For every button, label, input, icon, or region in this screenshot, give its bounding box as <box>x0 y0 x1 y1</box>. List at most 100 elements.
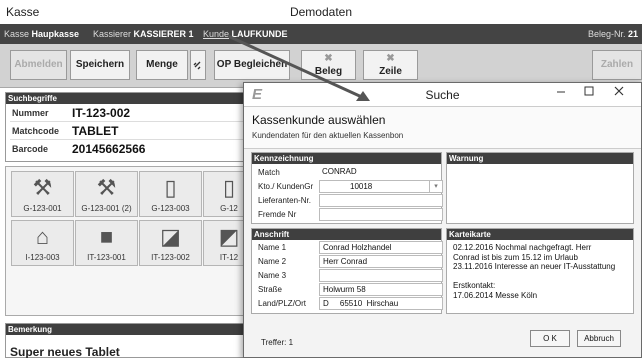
ort-label: Land/PLZ/Ort <box>258 299 307 308</box>
box-icon: ■ <box>99 224 114 249</box>
beleg-info: Beleg-Nr. 21 <box>588 29 638 39</box>
warnung-header: Warnung <box>447 153 633 164</box>
name2-input[interactable]: Herr Conrad <box>319 255 443 268</box>
zeile-storno-button[interactable]: ✖ Zeile <box>363 50 418 80</box>
kasse-info: Kasse Haupkasse <box>4 29 79 39</box>
close-icon: ✖ <box>386 53 395 64</box>
kassierer-info: Kassierer KASSIERER 1 <box>93 29 194 39</box>
nummer-row: Nummer IT-123-002 <box>10 105 254 122</box>
barcode-row: Barcode 20145662566 <box>10 141 254 158</box>
name3-input[interactable] <box>319 269 443 282</box>
matchcode-label: Matchcode <box>12 126 60 136</box>
fremde-label: Fremde Nr <box>258 210 297 219</box>
matchcode-row: Matchcode TABLET <box>10 123 254 140</box>
dialog-subheading: Kundendaten für den aktuellen Kassenbon <box>252 131 404 140</box>
tile-caption: I-123-003 <box>25 253 60 262</box>
name1-label: Name 1 <box>258 243 287 252</box>
menge-label: Menge <box>146 59 178 70</box>
kto-select[interactable]: 10018 ▾ <box>319 180 443 193</box>
warnung-text[interactable] <box>447 164 633 170</box>
article-tile[interactable]: ◪ IT-123-002 <box>139 220 202 266</box>
link-icon <box>191 51 205 82</box>
lieferanten-input[interactable] <box>319 194 443 207</box>
article-tile[interactable]: ⚒ G-123-001 <box>11 171 74 217</box>
kunde-info[interactable]: Kunde LAUFKUNDE <box>203 29 288 39</box>
karteikarte-line: Erstkontakt: <box>453 281 496 290</box>
kennzeichnung-section: Kennzeichnung Match CONRAD Kto./ KundenG… <box>251 152 443 224</box>
op-begleichen-label: OP Begleichen <box>216 59 288 70</box>
name3-label: Name 3 <box>258 271 287 280</box>
beleg-label: Beleg <box>314 66 343 77</box>
anschrift-header: Anschrift <box>252 229 441 240</box>
article-tile[interactable]: ■ IT-123-001 <box>75 220 138 266</box>
ort-input[interactable]: D 65510 Hirschau <box>319 297 443 310</box>
session-info-bar: Kasse Haupkasse Kassierer KASSIERER 1 Ku… <box>0 24 642 44</box>
close-window-icon[interactable] <box>608 86 630 103</box>
strasse-label: Straße <box>258 285 283 294</box>
kasse-label: Kasse <box>4 29 30 39</box>
karteikarte-line: 23.11.2016 Interesse an neuer IT-Ausstat… <box>453 262 616 271</box>
abmelden-label: Abmelden <box>14 59 63 70</box>
kto-label: Kto./ KundenGr <box>258 182 314 191</box>
bemerkung-panel: Bemerkung Super neues Tablet <box>5 323 257 358</box>
link-button[interactable] <box>190 50 206 80</box>
strasse-input[interactable]: Holwurm 58 <box>319 283 443 296</box>
dialog-titlebar: E Suche <box>244 83 641 107</box>
chevron-down-icon[interactable]: ▾ <box>429 181 442 192</box>
beleg-storno-button[interactable]: ✖ Beleg <box>301 50 356 80</box>
suchbegriffe-panel: Suchbegriffe Nummer IT-123-002 Matchcode… <box>5 92 257 162</box>
name1-input[interactable]: Conrad Holzhandel <box>319 241 443 254</box>
kassierer-value: KASSIERER 1 <box>133 29 194 39</box>
name2-label: Name 2 <box>258 257 287 266</box>
kasse-value: Haupkasse <box>31 29 80 39</box>
maximize-icon[interactable] <box>578 86 600 103</box>
beleg-value: 21 <box>628 29 639 39</box>
bemerkung-text: Super neues Tablet <box>10 345 120 358</box>
op-begleichen-button[interactable]: OP Begleichen <box>214 50 290 80</box>
zahlen-label: Zahlen <box>600 59 634 70</box>
karteikarte-line: 02.12.2016 Nochmal nachgefragt. Herr <box>453 243 592 252</box>
tile-caption: G-123-003 <box>151 204 190 213</box>
kto-value: 10018 <box>350 182 373 191</box>
karteikarte-line <box>453 272 637 282</box>
lieferanten-label: Lieferanten-Nr. <box>258 196 311 205</box>
match-value: CONRAD <box>322 167 357 176</box>
tile-caption: IT-123-001 <box>87 253 126 262</box>
close-icon: ✖ <box>324 53 333 64</box>
matchcode-value: TABLET <box>72 124 119 138</box>
laptop-icon: ◪ <box>160 224 181 249</box>
door-icon: ▯ <box>164 175 177 200</box>
suchbegriffe-header: Suchbegriffe <box>6 93 256 104</box>
article-tile[interactable]: ⌂ I-123-003 <box>11 220 74 266</box>
speichern-label: Speichern <box>75 59 125 70</box>
treffer-count: Treffer: 1 <box>261 338 294 347</box>
tile-caption: IT-123-002 <box>151 253 190 262</box>
kassierer-label: Kassierer <box>93 29 132 39</box>
nummer-label: Nummer <box>12 108 49 118</box>
bemerkung-header: Bemerkung <box>6 324 256 335</box>
fremde-input[interactable] <box>319 208 443 221</box>
karteikarte-text[interactable]: 02.12.2016 Nochmal nachgefragt. Herr Con… <box>453 243 637 300</box>
menge-button[interactable]: Menge <box>136 50 188 80</box>
article-tile-grid: ⚒ G-123-001 ⚒ G-123-001 (2) ▯ G-123-003 ▯ G-… <box>5 166 257 316</box>
zahlen-button[interactable]: Zahlen <box>592 50 642 80</box>
dialog-header: Kassenkunde auswählen Kundendaten für de… <box>244 107 641 149</box>
ok-button[interactable]: O K <box>530 330 570 347</box>
tile-caption: G-123-001 (2) <box>81 204 132 213</box>
kennzeichnung-header: Kennzeichnung <box>252 153 441 164</box>
speichern-button[interactable]: Speichern <box>70 50 130 80</box>
match-label: Match <box>258 168 280 177</box>
anschrift-section: Anschrift Name 1 Conrad Holzhandel Name … <box>251 228 443 314</box>
minimize-icon[interactable] <box>550 86 572 103</box>
abmelden-button[interactable]: Abmelden <box>10 50 67 80</box>
warnung-section: Warnung <box>446 152 634 224</box>
karteikarte-line: Conrad ist bis zum 15.12 im Urlaub <box>453 252 578 262</box>
kunde-value: LAUFKUNDE <box>231 29 288 39</box>
article-tile[interactable]: ⚒ G-123-001 (2) <box>75 171 138 217</box>
article-tile[interactable]: ▯ G-123-003 <box>139 171 202 217</box>
tile-caption: G-123-001 <box>23 204 62 213</box>
main-titlebar: Kasse Demodaten <box>0 0 642 24</box>
abbruch-button[interactable]: Abbruch <box>577 330 621 347</box>
karteikarte-header: Karteikarte <box>447 229 633 240</box>
dialog-heading: Kassenkunde auswählen <box>252 113 386 127</box>
